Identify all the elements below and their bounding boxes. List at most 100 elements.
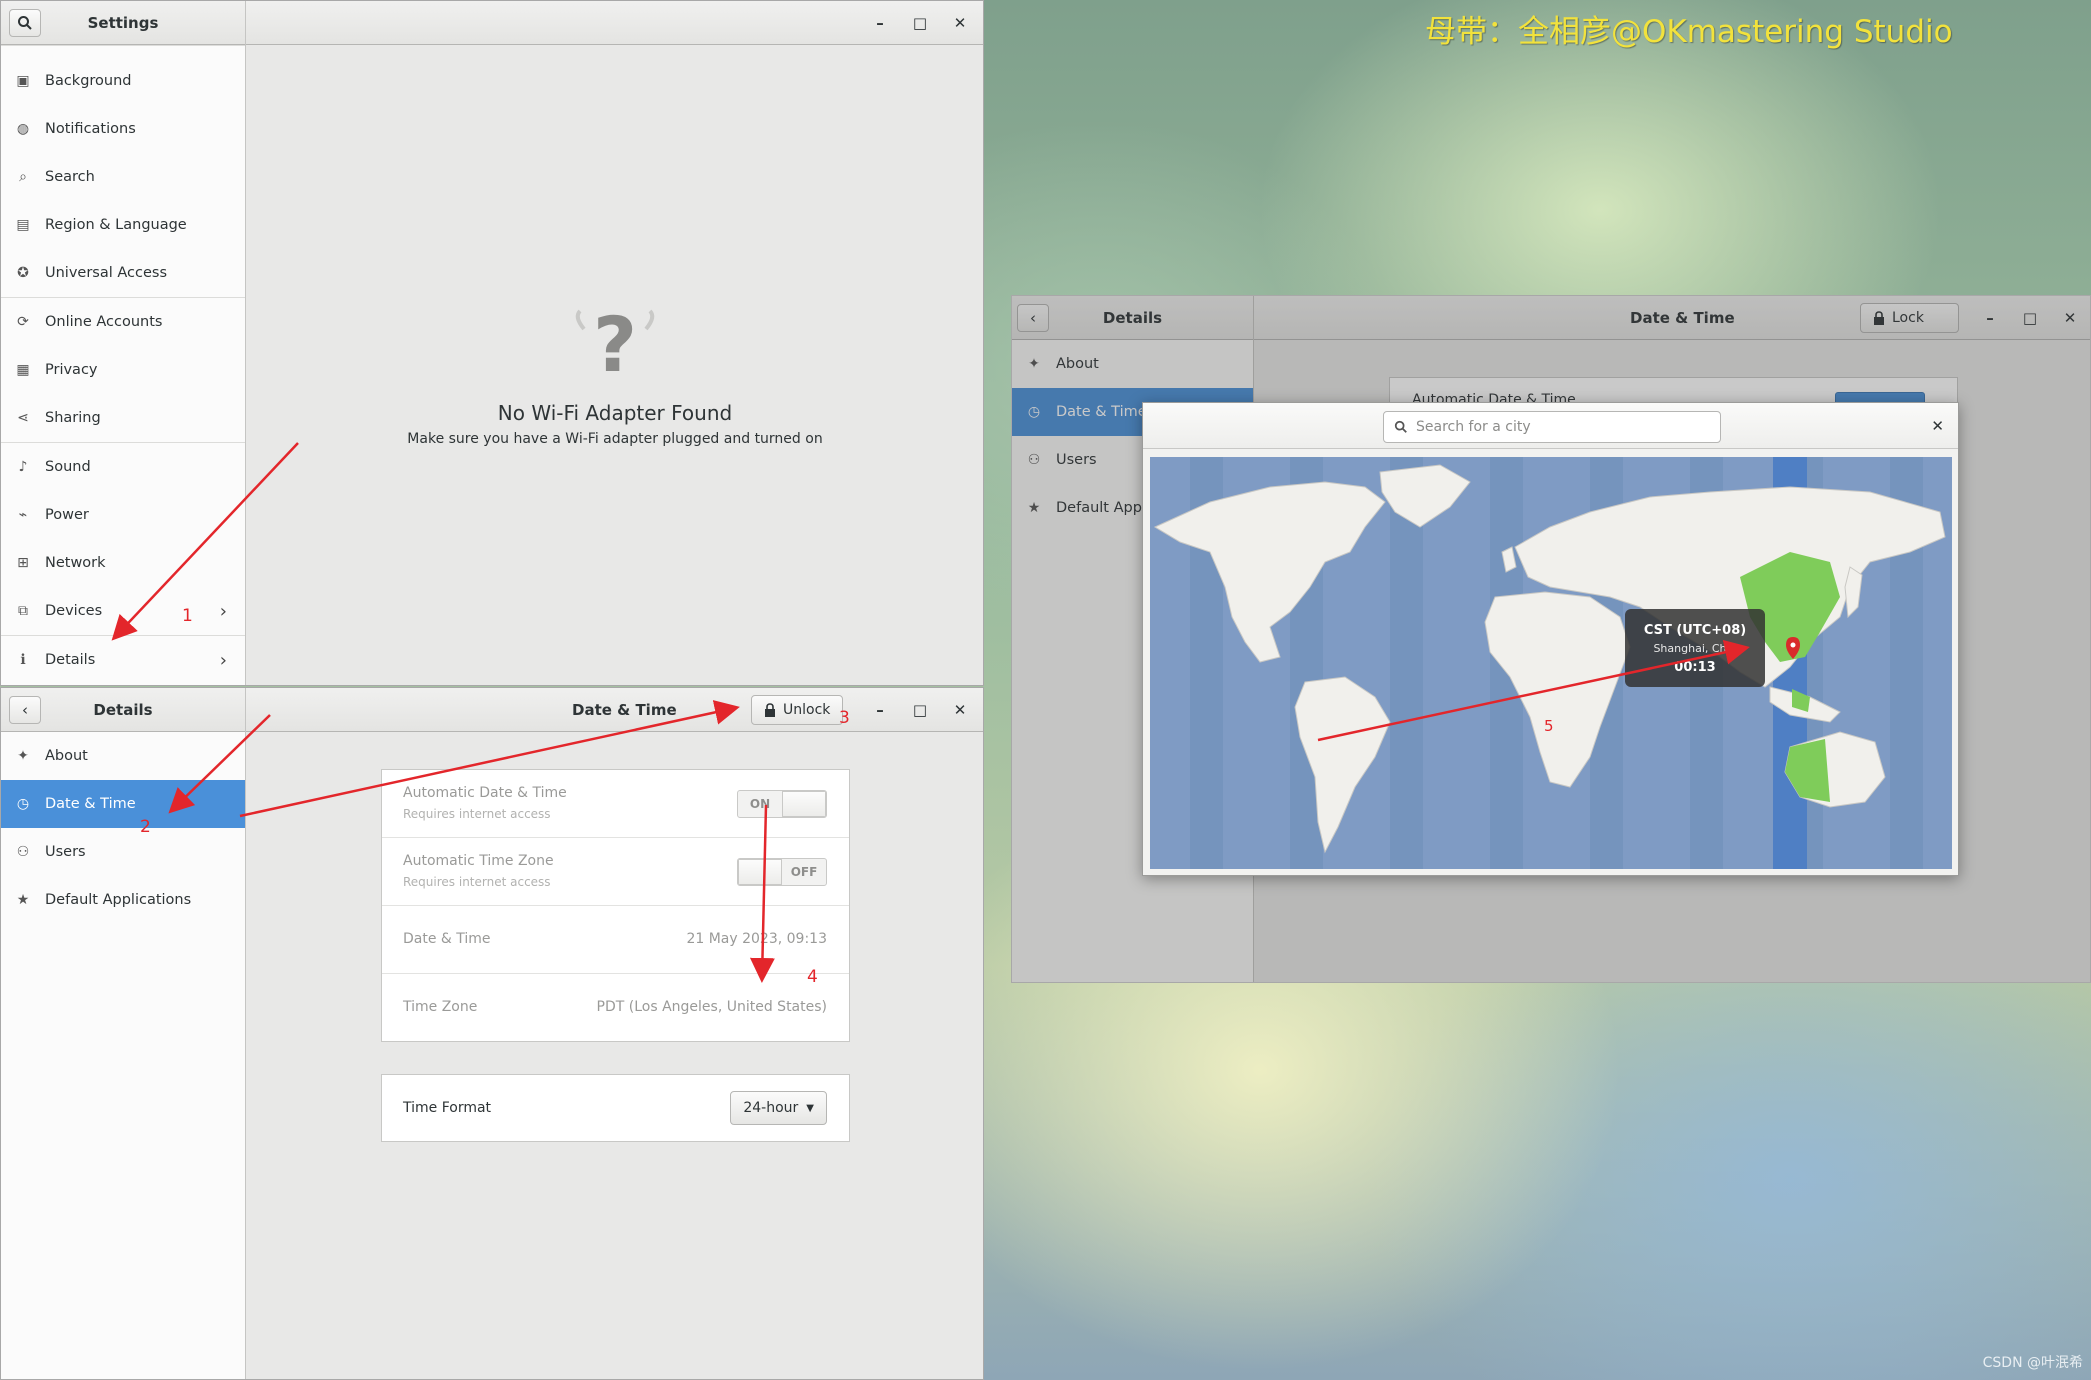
universal-access-icon: ✪ <box>17 265 29 281</box>
caret-down-icon: ▼ <box>806 1102 814 1114</box>
minimize-button[interactable]: – <box>1970 296 2010 340</box>
sidebar-item-label: Users <box>45 844 86 860</box>
auto-timezone-row: Automatic Time Zone Requires internet ac… <box>382 838 849 906</box>
switch-state-on: ON <box>749 797 771 811</box>
minimize-button[interactable]: – <box>860 1 900 45</box>
time-zone-row[interactable]: Time Zone PDT (Los Angeles, United State… <box>382 974 849 1042</box>
empty-state-title: No Wi-Fi Adapter Found <box>497 401 733 425</box>
sidebar-item-label: Search <box>45 169 95 185</box>
maximize-button[interactable]: □ <box>900 1 940 45</box>
sidebar-item-power[interactable]: ⌁ Power <box>1 491 245 539</box>
annotation-4: 4 <box>807 967 818 987</box>
settings-titlebar: Settings – □ ✕ <box>1 1 983 45</box>
auto-datetime-sub: Requires internet access <box>403 807 551 821</box>
chevron-right-icon: › <box>219 600 227 622</box>
sidebar-item-date-time[interactable]: ◷ Date & Time <box>1 780 245 828</box>
users-icon: ⚇ <box>16 844 30 860</box>
clock-icon: ◷ <box>1027 404 1041 420</box>
sidebar-item-label: Details <box>45 652 96 668</box>
region-icon: ▤ <box>16 217 30 233</box>
auto-timezone-switch[interactable]: OFF <box>737 858 827 886</box>
users-icon: ⚇ <box>1027 452 1041 468</box>
auto-timezone-label: Automatic Time Zone <box>403 853 554 869</box>
sidebar-item-sound[interactable]: ♪ Sound <box>1 443 245 491</box>
details-right-titlebar: ‹ Details Date & Time Lock – □ ✕ <box>1012 296 2090 340</box>
about-icon: ✦ <box>1028 356 1040 372</box>
corner-credit: CSDN @叶泯希 <box>1982 1355 2083 1371</box>
search-icon: ⌕ <box>19 169 27 185</box>
sidebar-item-label: Privacy <box>45 362 98 378</box>
sidebar-item-online-accounts[interactable]: ⟳ Online Accounts <box>1 298 245 346</box>
sidebar-item-universal-access[interactable]: ✪ Universal Access <box>1 249 245 297</box>
network-icon: ⊞ <box>17 555 29 571</box>
sidebar-item-privacy[interactable]: ▦ Privacy <box>1 346 245 394</box>
sidebar-item-devices[interactable]: ⧉ Devices › <box>1 587 245 635</box>
auto-timezone-sub: Requires internet access <box>403 875 551 889</box>
time-format-label: Time Format <box>403 1100 492 1116</box>
close-button[interactable]: ✕ <box>2050 296 2090 340</box>
auto-datetime-row: Automatic Date & Time Requires internet … <box>382 770 849 838</box>
sidebar-item-label: Sound <box>45 459 91 475</box>
date-time-label: Date & Time <box>403 931 491 947</box>
star-icon: ★ <box>1027 500 1041 516</box>
sidebar-item-about[interactable]: ✦ About <box>1012 340 1253 388</box>
timezone-dialog: ✕ <box>1142 402 1959 876</box>
date-time-value: 21 May 2023, 09:13 <box>686 931 827 947</box>
unlock-label: Unlock <box>783 702 831 718</box>
switch-state-off: OFF <box>790 865 818 879</box>
annotation-1: 1 <box>182 606 193 626</box>
details-icon: ℹ <box>20 652 26 668</box>
sidebar-item-label: Online Accounts <box>45 314 163 330</box>
close-button[interactable]: ✕ <box>940 688 980 732</box>
annotation-2: 2 <box>140 817 151 837</box>
svg-text:?: ? <box>593 301 637 389</box>
background-icon: ▣ <box>16 73 30 89</box>
star-icon: ★ <box>16 892 30 908</box>
privacy-icon: ▦ <box>16 362 30 378</box>
auto-datetime-switch[interactable]: ON <box>737 790 827 818</box>
sidebar-item-users[interactable]: ⚇ Users <box>1 828 245 876</box>
date-time-row[interactable]: Date & Time 21 May 2023, 09:13 <box>382 906 849 974</box>
maximize-button[interactable]: □ <box>900 688 940 732</box>
notifications-icon: ◍ <box>16 121 30 137</box>
switch-knob <box>782 791 826 817</box>
page-title: Date & Time <box>572 701 677 719</box>
dialog-close-button[interactable]: ✕ <box>1931 403 1944 449</box>
lock-icon <box>765 703 775 717</box>
sidebar-item-label: Devices <box>45 603 103 619</box>
timezone-world-map[interactable]: CST (UTC+08) Shanghai, Chin 00:13 <box>1150 457 1952 869</box>
minimize-button[interactable]: – <box>860 688 900 732</box>
switch-knob <box>738 859 782 885</box>
sidebar-item-label: Background <box>45 73 132 89</box>
city-search-input[interactable] <box>1416 419 1696 435</box>
city-search-field[interactable] <box>1383 411 1721 443</box>
sidebar-item-label: Date & Time <box>45 796 136 812</box>
sidebar-item-network[interactable]: ⊞ Network <box>1 539 245 587</box>
datetime-window: ‹ Details Date & Time Unlock – □ ✕ ✦ Abou… <box>0 687 984 1380</box>
lock-label: Lock <box>1892 310 1924 326</box>
sharing-icon: ⋖ <box>17 410 29 426</box>
timezone-tooltip: CST (UTC+08) Shanghai, Chin 00:13 <box>1625 609 1765 687</box>
sidebar-item-region[interactable]: ▤ Region & Language <box>1 201 245 249</box>
sidebar-item-about[interactable]: ✦ About <box>1 732 245 780</box>
sidebar-item-label: Date & Time <box>1056 404 1147 420</box>
tooltip-zone: CST (UTC+08) <box>1644 623 1746 638</box>
sidebar-item-background[interactable]: ▣ Background <box>1 57 245 105</box>
sidebar-item-search[interactable]: ⌕ Search <box>1 153 245 201</box>
sound-icon: ♪ <box>18 459 28 475</box>
sidebar-item-details[interactable]: ℹ Details › <box>1 636 245 684</box>
time-zone-value: PDT (Los Angeles, United States) <box>596 999 827 1015</box>
unlock-button[interactable]: Unlock <box>751 695 844 725</box>
sidebar-item-default-applications[interactable]: ★ Default Applications <box>1 876 245 924</box>
lock-button[interactable]: Lock <box>1860 303 1959 333</box>
sidebar-item-label: Power <box>45 507 89 523</box>
sidebar-item-notifications[interactable]: ◍ Notifications <box>1 105 245 153</box>
details-right-title: Details <box>1102 309 1163 327</box>
details-right-page-title: Date & Time <box>1630 309 1735 327</box>
close-button[interactable]: ✕ <box>940 1 980 45</box>
time-format-dropdown[interactable]: 24-hour ▼ <box>730 1091 827 1125</box>
sidebar-item-label: About <box>1056 356 1099 372</box>
maximize-button[interactable]: □ <box>2010 296 2050 340</box>
sidebar-item-label: Users <box>1056 452 1097 468</box>
sidebar-item-sharing[interactable]: ⋖ Sharing <box>1 394 245 442</box>
